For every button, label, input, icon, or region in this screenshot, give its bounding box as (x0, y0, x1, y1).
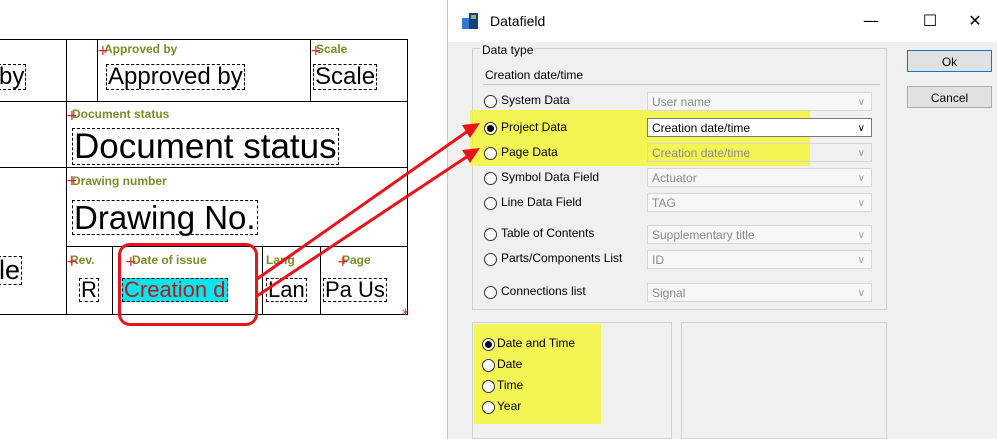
arrowhead-icon (462, 148, 480, 163)
arrow-to-project-data (255, 129, 470, 281)
annotation-arrows (255, 123, 480, 298)
arrow-to-page-data (255, 154, 470, 298)
arrowhead-icon (462, 123, 480, 138)
